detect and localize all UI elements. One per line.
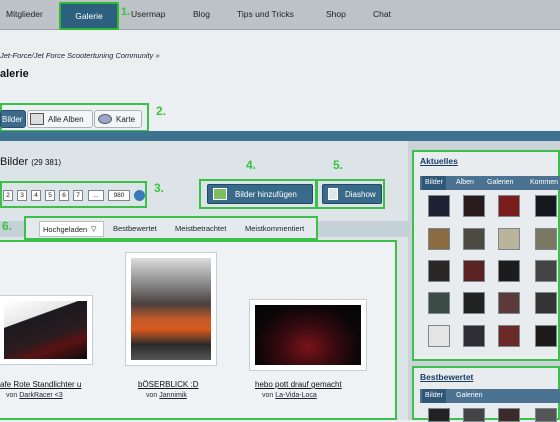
annotation-4: 4.	[246, 158, 257, 172]
sidebar-best-tabs: Bilder Galerien	[420, 389, 560, 403]
sidebar-thumbnail[interactable]	[535, 228, 557, 250]
image-count: (29 381)	[31, 158, 61, 167]
page-link[interactable]: 6	[59, 190, 69, 201]
breadcrumb: Jet-Force/Jet Force Scootertuning Commun…	[0, 51, 160, 60]
nav-item-usermap[interactable]: Usermap	[131, 9, 165, 19]
album-icon	[30, 113, 44, 125]
user-link[interactable]: La-Vida-Loca	[275, 392, 317, 399]
sidebar-thumbnail[interactable]	[428, 292, 450, 314]
pager: 2 3 4 5 6 7 ... 980	[0, 181, 147, 208]
image-thumbnail[interactable]	[125, 252, 217, 366]
sort-hochgeladen[interactable]: Hochgeladen ▽	[39, 221, 104, 237]
image-caption[interactable]: afe Rote Standlichter u	[0, 380, 81, 389]
breadcrumb-link[interactable]: Jet-Force/Jet Force Scootertuning Commun…	[0, 51, 153, 60]
image-thumbnail[interactable]	[249, 299, 367, 371]
image-caption[interactable]: hebo pott drauf gemacht	[255, 380, 342, 389]
page-link-last[interactable]: 980	[108, 190, 130, 201]
sidebar-tab-bilder[interactable]: Bilder	[425, 179, 443, 186]
sidebar-thumbnail[interactable]	[428, 228, 450, 250]
add-image-icon	[213, 188, 227, 200]
user-link[interactable]: DarkRacer <3	[19, 392, 62, 399]
annotation-5: 5.	[333, 158, 344, 172]
sidebar-thumbnail[interactable]	[535, 260, 557, 282]
sort-bestbewertet[interactable]: Bestbewertet	[113, 224, 157, 233]
nav-item-galerie[interactable]: Galerie	[59, 2, 119, 30]
chevron-down-icon: ▽	[91, 226, 97, 233]
page-link[interactable]: 2	[3, 190, 13, 201]
user-link[interactable]: Jannimik	[159, 392, 187, 399]
sidebar-thumbnail[interactable]	[428, 325, 450, 347]
sidebar-tab-bilder[interactable]: Bilder	[425, 392, 443, 399]
nav-item-tips[interactable]: Tips und Tricks	[237, 9, 294, 19]
sidebar-thumbnail[interactable]	[463, 228, 485, 250]
sidebar-thumbnail[interactable]	[498, 260, 520, 282]
view-tabs: Bilder Alle Alben Karte	[0, 103, 149, 132]
sort-meistkommentiert[interactable]: Meistkommentiert	[245, 224, 304, 233]
sidebar-thumbnail[interactable]	[498, 228, 520, 250]
page-link[interactable]: 5	[45, 190, 55, 201]
image-thumbnail[interactable]	[0, 295, 93, 365]
sidebar-thumbnail[interactable]	[498, 325, 520, 347]
sidebar-best-title[interactable]: Bestbewertet	[420, 372, 473, 382]
next-page-arrow-icon[interactable]	[134, 190, 145, 201]
top-navbar: Mitglieder Galerie 1. Usermap Blog Tips …	[0, 0, 560, 30]
sidebar-current-tabs: Bilder Alben Galerien Kommen	[420, 176, 560, 190]
sort-options: Hochgeladen ▽ Bestbewertet Meistbetracht…	[24, 216, 318, 240]
sidebar-thumbnail[interactable]	[535, 325, 557, 347]
sidebar-thumbnail[interactable]	[463, 325, 485, 347]
add-images-box: Bilder hinzufügen	[199, 179, 317, 209]
breadcrumb-separator: »	[155, 51, 160, 60]
sidebar-tab-alben[interactable]: Alben	[456, 179, 474, 186]
sidebar-thumbnail[interactable]	[498, 292, 520, 314]
page-ellipsis[interactable]: ...	[88, 190, 104, 201]
annotation-6: 6.	[2, 219, 13, 233]
sidebar-thumbnail[interactable]	[498, 195, 520, 217]
sidebar-thumbnail[interactable]	[463, 292, 485, 314]
sidebar-tab-galerien[interactable]: Galerien	[487, 179, 513, 186]
nav-item-shop[interactable]: Shop	[326, 9, 346, 19]
section-title: Bilder (29 381)	[0, 156, 61, 168]
image-byline: von DarkRacer <3	[6, 392, 63, 399]
sidebar-thumbnail[interactable]	[535, 292, 557, 314]
sidebar-thumbnail[interactable]	[428, 195, 450, 217]
annotation-3: 3.	[154, 181, 165, 195]
sort-meistbetrachtet[interactable]: Meistbetrachtet	[175, 224, 226, 233]
header-bar	[0, 131, 560, 141]
map-icon	[98, 114, 112, 124]
page-title: alerie	[0, 68, 29, 80]
slideshow-icon	[328, 188, 338, 200]
slideshow-button[interactable]: Diashow	[322, 184, 382, 204]
sidebar-thumbnail[interactable]	[463, 260, 485, 282]
nav-item-blog[interactable]: Blog	[193, 9, 210, 19]
sidebar-current-title[interactable]: Aktuelles	[420, 156, 458, 166]
image-grid: afe Rote Standlichter u von DarkRacer <3…	[0, 240, 397, 420]
annotation-2: 2.	[156, 104, 167, 118]
nav-item-chat[interactable]: Chat	[373, 9, 391, 19]
tab-bilder[interactable]: Bilder	[0, 110, 26, 128]
tab-alle-alben[interactable]: Alle Alben	[27, 110, 93, 128]
sidebar-tab-galerien[interactable]: Galerien	[456, 392, 482, 399]
page-link[interactable]: 3	[17, 190, 27, 201]
sidebar-tab-kommentare[interactable]: Kommen	[530, 179, 558, 186]
page-link[interactable]: 4	[31, 190, 41, 201]
sidebar-thumbnail[interactable]	[428, 260, 450, 282]
image-byline: von La-Vida-Loca	[262, 392, 317, 399]
image-caption[interactable]: bÖSERBLICK :D	[138, 380, 198, 389]
nav-item-mitglieder[interactable]: Mitglieder	[6, 9, 43, 19]
add-images-button[interactable]: Bilder hinzufügen	[207, 184, 313, 204]
slideshow-box: Diashow	[316, 179, 385, 209]
tab-karte[interactable]: Karte	[94, 110, 142, 128]
sidebar-best: Bestbewertet Bilder Galerien	[412, 366, 560, 422]
sidebar-current: Aktuelles Bilder Alben Galerien Kommen	[412, 150, 560, 361]
annotation-1: 1.	[121, 6, 131, 18]
sidebar-thumbnail[interactable]	[535, 195, 557, 217]
image-byline: von Jannimik	[146, 392, 187, 399]
page-link[interactable]: 7	[73, 190, 83, 201]
sidebar-thumbnail[interactable]	[463, 195, 485, 217]
